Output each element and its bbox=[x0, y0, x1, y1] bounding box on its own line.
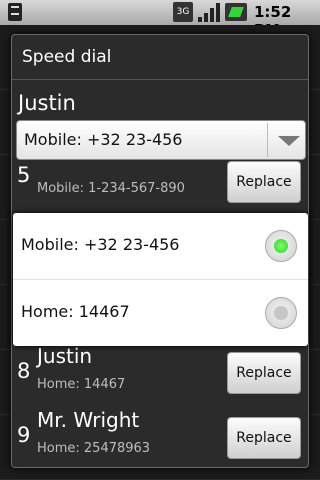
speed-dial-row[interactable]: 9 Mr. Wright Home: 25478963 Replace bbox=[12, 407, 308, 467]
option-mobile[interactable]: Mobile: +32 23-456 bbox=[13, 213, 308, 279]
speed-dial-phone: Home: 25478963 bbox=[37, 441, 151, 456]
speed-dial-phone: Home: 14467 bbox=[37, 377, 126, 392]
network-3g-icon: 3G bbox=[173, 2, 193, 22]
replace-button[interactable]: Replace bbox=[227, 352, 301, 394]
radio-selected-icon[interactable] bbox=[265, 230, 297, 262]
option-label: Home: 14467 bbox=[21, 302, 130, 321]
contact-name: Justin bbox=[18, 91, 76, 115]
signal-icon bbox=[198, 2, 220, 22]
speed-dial-number: 8 bbox=[17, 359, 31, 383]
option-home[interactable]: Home: 14467 bbox=[13, 280, 308, 346]
dropdown-arrow-icon bbox=[278, 136, 300, 146]
spinner-value: Mobile: +32 23-456 bbox=[24, 130, 183, 149]
sd-card-icon bbox=[8, 3, 22, 21]
radio-unselected-icon[interactable] bbox=[265, 297, 297, 329]
speed-dial-row[interactable]: 5 Mobile: 1-234-567-890 Replace bbox=[12, 161, 308, 221]
speed-dial-name: Mr. Wright bbox=[37, 408, 140, 432]
speed-dial-number: 5 bbox=[17, 163, 31, 187]
speed-dial-number: 9 bbox=[17, 423, 31, 447]
status-bar: 3G 1:52 PM bbox=[0, 0, 320, 39]
dialog-title: Speed dial bbox=[12, 35, 308, 80]
battery-icon bbox=[225, 3, 247, 21]
speed-dial-row[interactable]: 8 Justin Home: 14467 Replace bbox=[12, 343, 308, 405]
replace-button[interactable]: Replace bbox=[227, 161, 301, 203]
speed-dial-name: Justin bbox=[37, 344, 93, 368]
option-label: Mobile: +32 23-456 bbox=[21, 235, 180, 254]
speed-dial-phone: Mobile: 1-234-567-890 bbox=[37, 181, 185, 196]
replace-button[interactable]: Replace bbox=[227, 417, 301, 459]
number-choice-popup: Mobile: +32 23-456 Home: 14467 bbox=[13, 213, 308, 346]
number-spinner[interactable]: Mobile: +32 23-456 bbox=[16, 120, 306, 160]
